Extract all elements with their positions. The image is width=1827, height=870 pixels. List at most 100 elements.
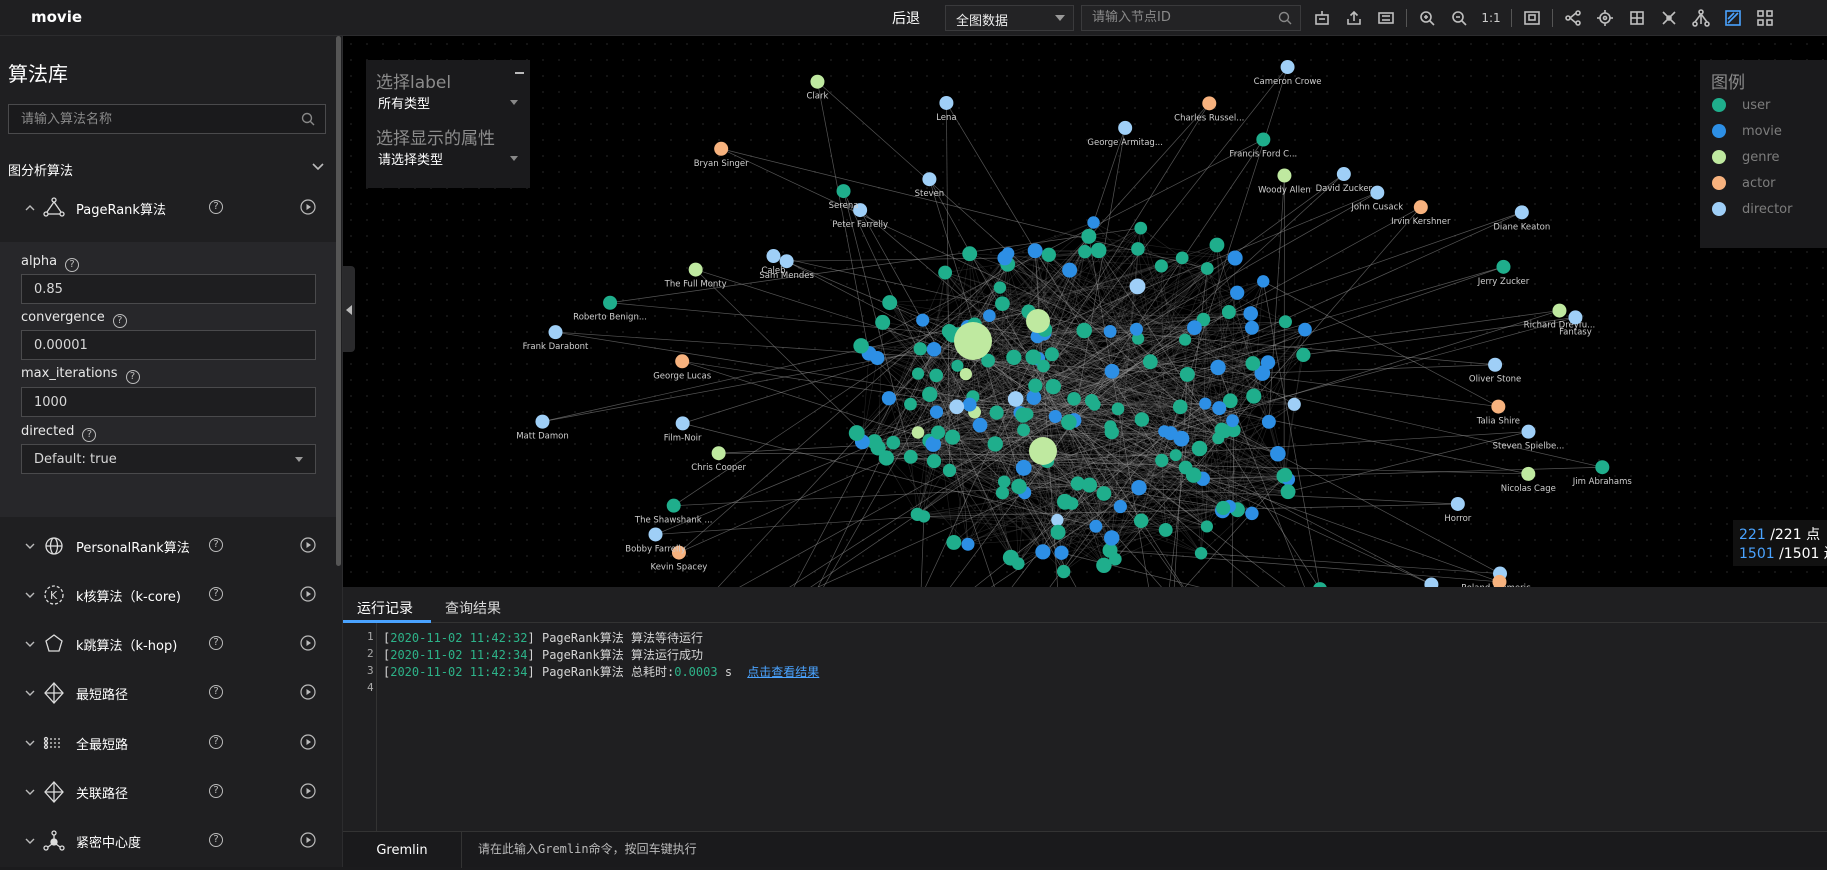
graph-node[interactable] (1246, 389, 1261, 404)
chevron-down-icon[interactable] (25, 737, 35, 752)
graph-node[interactable] (667, 499, 681, 513)
graph-node[interactable] (1078, 245, 1091, 258)
graph-node[interactable] (535, 415, 549, 429)
graph-node[interactable] (1370, 186, 1384, 200)
search-icon[interactable] (301, 112, 315, 130)
graph-node[interactable] (676, 416, 690, 430)
minimize-icon[interactable] (515, 72, 524, 74)
algorithm-item-khop[interactable]: k跳算法（k-hop) ? (0, 622, 336, 666)
algorithm-item-related-paths[interactable]: 关联路径 ? (0, 770, 336, 814)
graph-node[interactable] (712, 446, 726, 460)
graph-node[interactable] (810, 75, 824, 89)
graph-node[interactable] (1414, 200, 1428, 214)
graph-node[interactable] (945, 430, 960, 445)
graph-node[interactable] (1057, 494, 1073, 510)
graph-node[interactable] (929, 369, 943, 383)
graph-node[interactable] (914, 342, 927, 355)
graph-node[interactable] (1076, 323, 1091, 338)
graph-node[interactable] (675, 354, 689, 368)
graph-node[interactable] (1270, 446, 1286, 462)
zoom-reset-button[interactable]: 1:1 (1479, 6, 1503, 30)
graph-node[interactable] (988, 436, 1003, 451)
graph-node[interactable] (1515, 205, 1529, 219)
graph-node[interactable] (1029, 437, 1057, 465)
graph-node[interactable] (1210, 360, 1225, 375)
graph-node[interactable] (1130, 278, 1146, 294)
graph-node[interactable] (1042, 248, 1056, 262)
graph-node[interactable] (882, 391, 896, 405)
graph-node[interactable] (990, 405, 1004, 419)
graph-node[interactable] (939, 96, 953, 110)
node-search-input[interactable] (1082, 6, 1262, 29)
graph-node[interactable] (1008, 391, 1024, 407)
graph-node[interactable] (1288, 398, 1301, 411)
help-icon[interactable]: ? (209, 833, 223, 847)
graph-node[interactable] (927, 342, 942, 357)
graph-node[interactable] (912, 368, 924, 380)
graph-node[interactable] (689, 263, 703, 277)
graph-node[interactable] (1051, 525, 1066, 540)
directed-select[interactable]: Default: true (21, 444, 316, 474)
graph-node[interactable] (1131, 480, 1146, 495)
help-icon[interactable]: ? (113, 314, 127, 328)
legend-item-movie[interactable]: movie (1712, 122, 1782, 140)
zoom-in-icon[interactable] (1415, 6, 1439, 30)
fit-view-icon[interactable] (1520, 6, 1544, 30)
algorithm-item-kcore[interactable]: K k核算法（k-core) ? (0, 573, 336, 617)
graph-node[interactable] (1256, 132, 1270, 146)
graph-node[interactable] (1118, 121, 1132, 135)
edge-bundle-icon[interactable] (1721, 6, 1745, 30)
graph-node[interactable] (949, 399, 964, 414)
graph-node[interactable] (1159, 523, 1173, 537)
graph-node[interactable] (882, 295, 897, 310)
graph-node[interactable] (1143, 354, 1158, 369)
graph-node[interactable] (1026, 309, 1050, 333)
graph-node[interactable] (1521, 467, 1535, 481)
export-icon[interactable] (1342, 6, 1366, 30)
graph-node[interactable] (1451, 497, 1465, 511)
graph-node[interactable] (1155, 259, 1168, 272)
graph-node[interactable] (1215, 423, 1229, 437)
graph-node[interactable] (766, 249, 780, 263)
graph-node[interactable] (996, 486, 1009, 499)
label-select[interactable]: 所有类型 (378, 93, 430, 112)
chevron-down-icon[interactable] (25, 835, 35, 850)
graph-node[interactable] (849, 425, 865, 441)
graph-node[interactable] (1049, 410, 1062, 423)
graph-node[interactable] (962, 246, 977, 261)
graph-node[interactable] (1112, 403, 1125, 416)
graph-node[interactable] (1222, 305, 1236, 319)
graph-node[interactable] (1051, 514, 1063, 526)
algorithm-item-closeness-centrality[interactable]: 紧密中心度 ? (0, 819, 336, 863)
keyboard-icon[interactable] (1374, 6, 1398, 30)
run-icon[interactable] (300, 635, 316, 655)
alpha-input[interactable]: 0.85 (21, 274, 316, 304)
graph-node[interactable] (1155, 454, 1168, 467)
graph-node[interactable] (1091, 243, 1107, 259)
help-icon[interactable]: ? (209, 587, 223, 601)
zoom-out-icon[interactable] (1447, 6, 1471, 30)
graph-node[interactable] (983, 309, 996, 322)
radial-layout-icon[interactable] (1593, 6, 1617, 30)
graph-node[interactable] (1261, 355, 1275, 369)
help-icon[interactable]: ? (209, 200, 223, 214)
graph-node[interactable] (1521, 425, 1535, 439)
convergence-input[interactable]: 0.00001 (21, 330, 316, 360)
graph-node[interactable] (1595, 460, 1609, 474)
graph-node[interactable] (960, 368, 972, 380)
run-icon[interactable] (300, 537, 316, 557)
graph-node[interactable] (1230, 286, 1244, 300)
graph-node[interactable] (1246, 356, 1261, 371)
chevron-down-icon[interactable] (25, 589, 35, 604)
graph-node[interactable] (931, 425, 945, 439)
graph-node[interactable] (1035, 544, 1050, 559)
graph-node[interactable] (549, 325, 563, 339)
graph-node[interactable] (1212, 401, 1226, 415)
legend-item-director[interactable]: director (1712, 200, 1792, 218)
graph-node[interactable] (1195, 547, 1207, 559)
graph-node[interactable] (1257, 275, 1269, 287)
graph-node[interactable] (886, 436, 900, 450)
algorithm-group-title[interactable]: 图分析算法 (8, 160, 73, 179)
graph-node[interactable] (1045, 347, 1059, 361)
graph-node[interactable] (1134, 222, 1147, 235)
